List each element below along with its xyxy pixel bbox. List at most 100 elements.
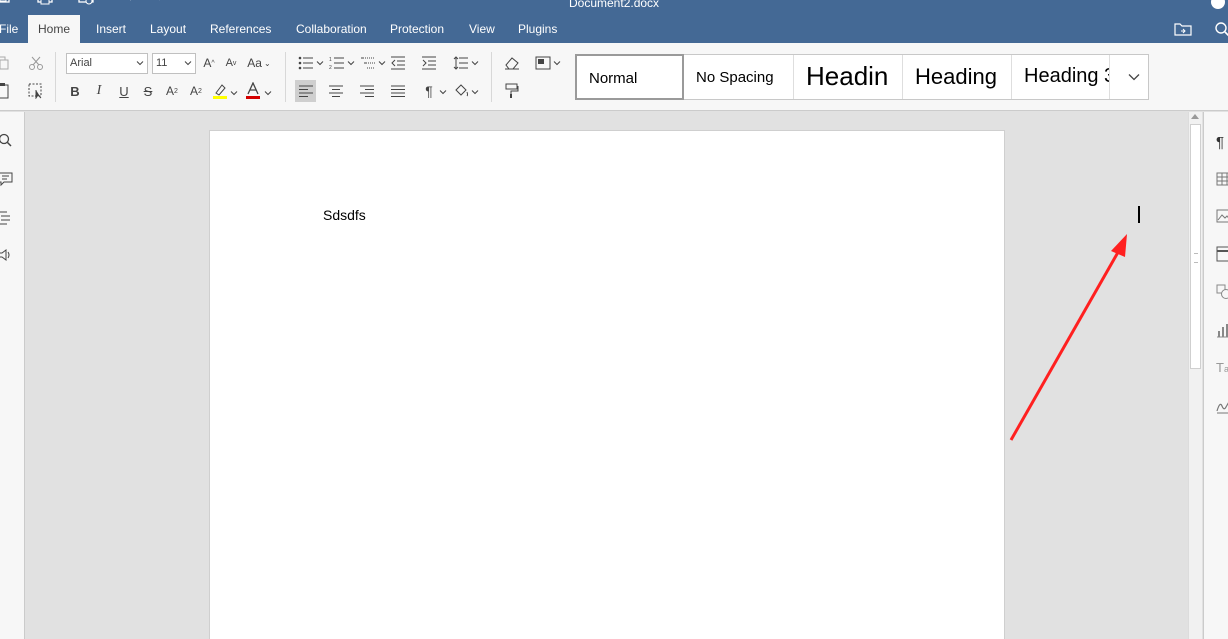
tab-view[interactable]: View — [469, 15, 495, 43]
style-heading-2-label: Heading — [915, 64, 997, 89]
style-no-spacing[interactable]: No Spacing — [684, 55, 794, 99]
chevron-down-icon[interactable] — [553, 59, 561, 67]
paragraph-settings-icon[interactable]: ¶ — [1216, 134, 1228, 151]
text-art-settings-icon[interactable]: Ta — [1216, 360, 1228, 376]
tab-protection[interactable]: Protection — [390, 15, 444, 43]
toolbar-separator — [55, 52, 56, 102]
print-icon[interactable] — [36, 0, 54, 8]
underline-button[interactable]: U — [115, 82, 133, 100]
toolbar-separator — [491, 52, 492, 102]
styles-gallery: Normal No Spacing Headin Heading Heading… — [575, 54, 1149, 100]
multilevel-list-icon[interactable] — [359, 54, 377, 72]
chevron-down-icon — [1128, 74, 1139, 81]
font-name-select[interactable]: Arial — [66, 53, 148, 74]
tab-file[interactable]: File — [0, 15, 18, 43]
cut-icon[interactable] — [27, 54, 45, 72]
style-no-spacing-label: No Spacing — [696, 69, 774, 86]
undo-icon[interactable] — [117, 0, 135, 8]
clear-style-icon[interactable] — [503, 54, 521, 72]
copy-style-icon[interactable] — [503, 82, 521, 100]
chevron-down-icon[interactable] — [347, 59, 355, 67]
chevron-down-icon[interactable] — [471, 59, 479, 67]
document-page[interactable]: Sdsdfs — [209, 130, 1005, 639]
scroll-up-arrow[interactable] — [1191, 114, 1199, 119]
align-center-button[interactable] — [327, 82, 345, 100]
shape-settings-icon[interactable] — [1216, 284, 1228, 300]
scrollbar-thumb[interactable] — [1190, 124, 1201, 369]
align-left-button[interactable] — [295, 80, 316, 102]
change-case-icon[interactable]: Aa ⌄ — [245, 54, 273, 72]
tab-insert[interactable]: Insert — [96, 15, 126, 43]
svg-text:1: 1 — [329, 57, 332, 63]
style-heading-2[interactable]: Heading — [903, 55, 1012, 99]
chevron-down-icon[interactable] — [471, 88, 479, 96]
subscript-icon[interactable]: A2 — [187, 82, 205, 100]
font-name-value: Arial — [70, 57, 93, 69]
bold-button[interactable]: B — [66, 82, 84, 100]
font-size-value: 11 — [156, 57, 168, 69]
left-panel — [0, 112, 25, 639]
paragraph-marks-icon[interactable]: ¶ — [420, 82, 438, 100]
image-settings-icon[interactable] — [1216, 209, 1228, 225]
save-icon[interactable] — [0, 0, 14, 8]
copy-icon[interactable] — [0, 54, 12, 72]
style-normal-label: Normal — [589, 70, 638, 87]
justify-button[interactable] — [389, 82, 407, 100]
tab-collaboration[interactable]: Collaboration — [296, 15, 367, 43]
paste-icon[interactable] — [0, 82, 12, 100]
align-right-button[interactable] — [358, 82, 376, 100]
highlight-color-icon[interactable] — [211, 82, 229, 100]
decrease-font-icon[interactable]: Av — [222, 54, 240, 72]
open-file-location-icon[interactable] — [1174, 21, 1192, 37]
chevron-down-icon[interactable] — [230, 89, 238, 97]
right-panel: ¶ Ta — [1203, 112, 1228, 639]
chevron-down-icon[interactable] — [316, 59, 324, 67]
style-heading-1-label: Headin — [806, 61, 889, 91]
chevron-down-icon[interactable] — [264, 89, 272, 97]
decrease-indent-icon[interactable] — [389, 54, 407, 72]
line-spacing-icon[interactable] — [452, 54, 470, 72]
increase-indent-icon[interactable] — [420, 54, 438, 72]
chevron-down-icon[interactable] — [378, 59, 386, 67]
search-icon[interactable] — [1214, 21, 1228, 37]
font-color-icon[interactable] — [244, 82, 262, 100]
search-icon[interactable] — [0, 133, 14, 149]
comments-icon[interactable] — [0, 171, 14, 187]
signature-settings-icon[interactable] — [1216, 398, 1228, 414]
tab-references[interactable]: References — [210, 15, 271, 43]
bullet-list-icon[interactable] — [297, 54, 315, 72]
scrollbar-grip — [1194, 253, 1198, 263]
change-color-scheme-icon[interactable] — [534, 54, 552, 72]
style-heading-3[interactable]: Heading 3 — [1012, 55, 1110, 99]
user-avatar[interactable] — [1211, 0, 1225, 9]
numbered-list-icon[interactable]: 12 — [328, 54, 346, 72]
navigation-icon[interactable] — [0, 209, 14, 225]
select-all-icon[interactable] — [27, 82, 45, 100]
speech-icon[interactable] — [0, 247, 14, 263]
chevron-down-icon[interactable] — [439, 88, 447, 96]
document-text[interactable]: Sdsdfs — [323, 207, 366, 223]
redo-icon[interactable] — [157, 0, 175, 8]
style-heading-1[interactable]: Headin — [794, 55, 903, 99]
strikethrough-button[interactable]: S — [139, 82, 157, 100]
increase-font-icon[interactable]: A ^ — [200, 54, 218, 72]
quick-print-icon[interactable] — [77, 0, 95, 8]
italic-button[interactable]: I — [90, 82, 108, 100]
styles-more-button[interactable] — [1119, 55, 1148, 99]
home-toolbar: Arial 11 A ^ Av Aa ⌄ B I U S A2 A2 12 ¶ … — [0, 43, 1228, 111]
vertical-scrollbar[interactable] — [1188, 112, 1202, 639]
superscript-icon[interactable]: A2 — [163, 82, 181, 100]
font-size-select[interactable]: 11 — [152, 53, 196, 74]
chart-settings-icon[interactable] — [1216, 322, 1228, 338]
chevron-down-icon — [136, 61, 144, 66]
document-title: Document2.docx — [569, 0, 660, 10]
tab-plugins[interactable]: Plugins — [518, 15, 557, 43]
title-bar: Document2.docx — [0, 0, 1228, 15]
tab-layout[interactable]: Layout — [150, 15, 186, 43]
chevron-down-icon — [184, 61, 192, 66]
table-settings-icon[interactable] — [1216, 172, 1228, 188]
header-footer-settings-icon[interactable] — [1216, 246, 1228, 262]
paragraph-shading-icon[interactable] — [452, 82, 470, 100]
style-normal[interactable]: Normal — [575, 54, 684, 100]
tab-home[interactable]: Home — [28, 15, 81, 43]
